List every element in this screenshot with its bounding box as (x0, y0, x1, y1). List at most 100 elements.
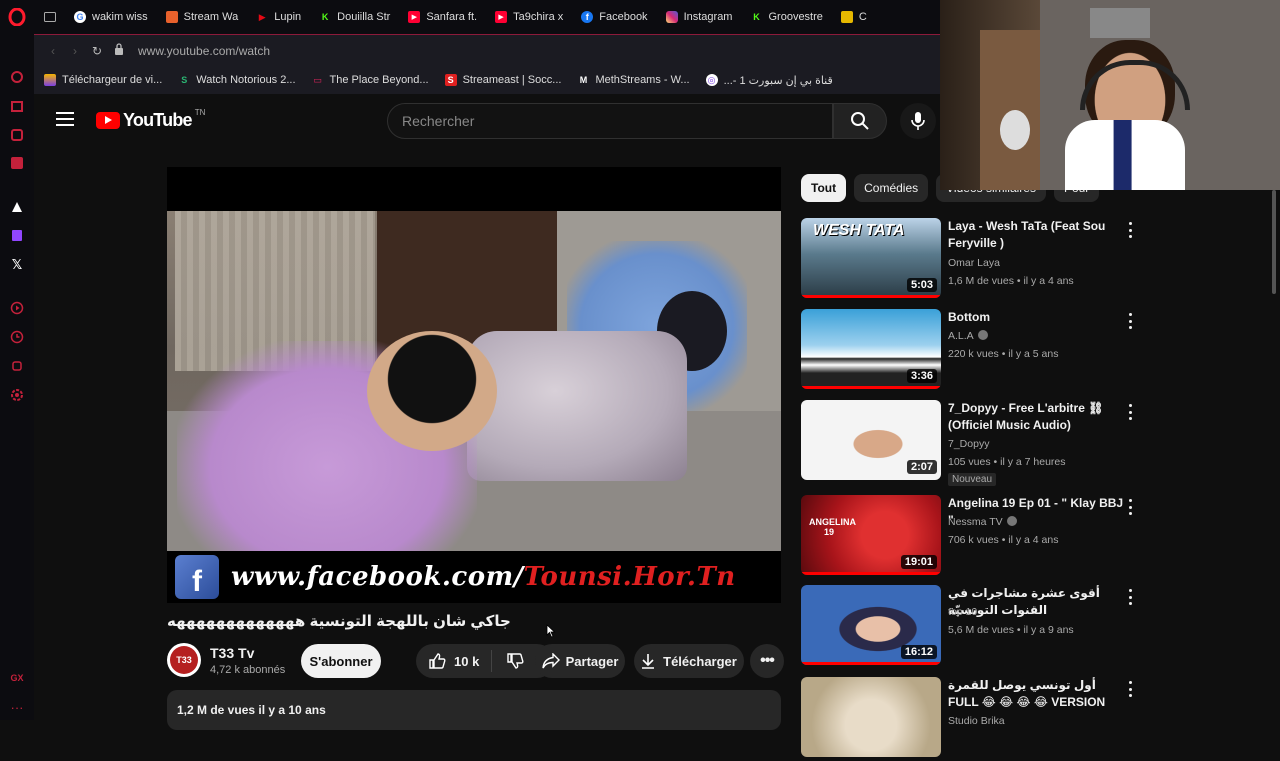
rec-meta: 5,6 M de vues • il y a 9 ans (948, 624, 1074, 636)
thumbnail-text: WESH TATA (813, 222, 905, 239)
channel-avatar[interactable]: T33 (167, 643, 201, 677)
more-horizontal-icon: ••• (760, 652, 775, 669)
recommendation-item[interactable]: 2:07 7_Dopyy - Free L'arbitre ⛓ (Officie… (801, 400, 1141, 486)
scrollbar[interactable] (1272, 190, 1276, 294)
menu-hamburger-icon[interactable] (56, 112, 74, 126)
x-twitter-icon[interactable]: 𝕏 (8, 256, 26, 274)
tab[interactable]: K Douiilla Str (311, 0, 400, 34)
new-badge: Nouveau (948, 473, 997, 486)
thumbs-down-icon (507, 653, 524, 669)
verified-check-icon (977, 330, 988, 340)
scene-person-head (367, 331, 497, 451)
twitch-icon[interactable] (8, 227, 26, 245)
webcam-fan (1000, 110, 1030, 150)
video-thumbnail[interactable]: 3:36 (801, 309, 941, 389)
recommendation-item[interactable]: WESH TATA 5:03 Laya - Wesh TaTa (Feat So… (801, 218, 1141, 302)
bookmark[interactable]: S Watch Notorious 2... (170, 74, 303, 86)
rec-meta: 706 k vues • il y a 4 ans (948, 534, 1059, 546)
address-bar: ‹ › ↻ www.youtube.com/watch (34, 34, 940, 66)
video-player[interactable]: f www.facebook.com/Tounsi.Hor.Tn (167, 167, 781, 603)
bookmark[interactable]: ▭ The Place Beyond... (304, 74, 437, 86)
download-arrow-icon (642, 654, 655, 669)
rec-channel: top 10 (948, 606, 978, 618)
flow-icon[interactable] (8, 198, 26, 216)
like-button[interactable]: 10 k (416, 650, 493, 672)
chip-comedies[interactable]: Comédies (854, 174, 929, 202)
play-circle-icon[interactable] (8, 299, 26, 317)
player-icon[interactable] (8, 126, 26, 144)
watch-progress (801, 572, 941, 575)
tab[interactable]: Gwakim wiss (66, 0, 158, 34)
kebab-menu-icon[interactable] (1125, 404, 1135, 420)
search-button[interactable] (833, 103, 887, 139)
webcam-poster (1090, 8, 1150, 38)
bookmark[interactable]: S Streameast | Socc... (437, 74, 570, 86)
back-arrow-icon[interactable]: ‹ (42, 44, 64, 58)
recommendation-item[interactable]: 3:36 Bottom A.L.A 220 k vues • il y a 5 … (801, 309, 1141, 393)
voice-search-button[interactable] (900, 103, 936, 139)
opera-logo-icon[interactable] (8, 8, 26, 26)
recommendation-item[interactable]: ANGELINA 19 19:01 Angelina 19 Ep 01 - " … (801, 495, 1141, 579)
reload-icon[interactable]: ↻ (86, 44, 108, 58)
share-button[interactable]: Partager (535, 644, 625, 678)
m-icon: M (579, 75, 588, 85)
tab[interactable]: ▶ Lupin (248, 0, 311, 34)
video-thumbnail[interactable]: WESH TATA 5:03 (801, 218, 941, 298)
workspace-icon[interactable] (8, 97, 26, 115)
more-actions-button[interactable]: ••• (750, 644, 784, 678)
download-button[interactable]: Télécharger (634, 644, 744, 678)
facebook-icon: f (581, 11, 594, 23)
video-duration: 2:07 (906, 460, 937, 474)
youtube-icon: ▶ (495, 11, 508, 23)
stream-icon (165, 11, 178, 23)
youtube-logo[interactable]: YouTube TN (96, 108, 205, 131)
watch-progress (801, 295, 941, 298)
description-box[interactable]: 1,2 M de vues il y a 10 ans (167, 690, 781, 730)
channel-name[interactable]: T33 Tv (210, 645, 254, 661)
watermark-text: www.facebook.com/Tounsi.Hor.Tn (231, 562, 736, 592)
search-input[interactable]: Rechercher (387, 103, 833, 139)
url-field[interactable]: www.youtube.com/watch (138, 44, 270, 58)
extensions-icon[interactable] (8, 357, 26, 375)
bookmark[interactable]: Téléchargeur de vi... (34, 74, 170, 86)
rec-title: أول تونسي يوصل للقمرة FULL 😂 😂 😂 😂 VERSI… (948, 678, 1106, 709)
tab[interactable]: ▶ Sanfara ft. (400, 0, 487, 34)
history-icon[interactable] (8, 328, 26, 346)
tab[interactable]: f Facebook (573, 0, 657, 34)
bookmark[interactable]: ◎ قناة بي إن سبورت 1 -... (698, 74, 841, 87)
kebab-menu-icon[interactable] (1125, 499, 1135, 515)
video-thumbnail[interactable]: 2:07 (801, 400, 941, 480)
forward-arrow-icon[interactable]: › (64, 44, 86, 58)
video-thumbnail[interactable]: 16:12 (801, 585, 941, 665)
bookmark[interactable]: M MethStreams - W... (569, 74, 697, 86)
tab-manager-icon[interactable] (34, 0, 66, 34)
kebab-menu-icon[interactable] (1125, 222, 1135, 238)
thumbs-up-icon (429, 653, 446, 669)
facebook-cube-icon: f (175, 555, 219, 599)
messenger-icon[interactable] (8, 154, 26, 172)
rec-title: Laya - Wesh TaTa (Feat Sou Feryville ) (948, 219, 1106, 250)
video-thumbnail[interactable] (801, 677, 941, 757)
video-thumbnail[interactable]: ANGELINA 19 19:01 (801, 495, 941, 575)
subscribe-button[interactable]: S'abonner (301, 644, 381, 678)
webcam-overlay (940, 0, 1280, 190)
video-duration: 5:03 (906, 278, 937, 292)
tab[interactable]: Stream Wa (158, 0, 249, 34)
settings-gear-icon[interactable] (8, 386, 26, 404)
kebab-menu-icon[interactable] (1125, 681, 1135, 697)
tab[interactable]: C (833, 0, 877, 34)
dislike-button[interactable] (492, 652, 538, 670)
tab[interactable]: K Groovestre (742, 0, 832, 34)
tab[interactable]: Instagram (658, 0, 743, 34)
tab[interactable]: ▶ Ta9chira x (487, 0, 573, 34)
more-dots-icon[interactable]: ··· (8, 698, 26, 716)
gx-icon[interactable]: GX (8, 669, 26, 687)
chip-all[interactable]: Tout (801, 174, 847, 202)
recommendation-item[interactable]: 16:12 أقوى عشرة مشاجرات في القنوات التون… (801, 585, 1141, 669)
rec-channel: A.L.A (948, 330, 988, 342)
recommendation-item[interactable]: أول تونسي يوصل للقمرة FULL 😂 😂 😂 😂 VERSI… (801, 677, 1141, 761)
stream-icon: S (181, 75, 188, 85)
aria-icon[interactable] (8, 68, 26, 86)
kebab-menu-icon[interactable] (1125, 313, 1135, 329)
kebab-menu-icon[interactable] (1125, 589, 1135, 605)
